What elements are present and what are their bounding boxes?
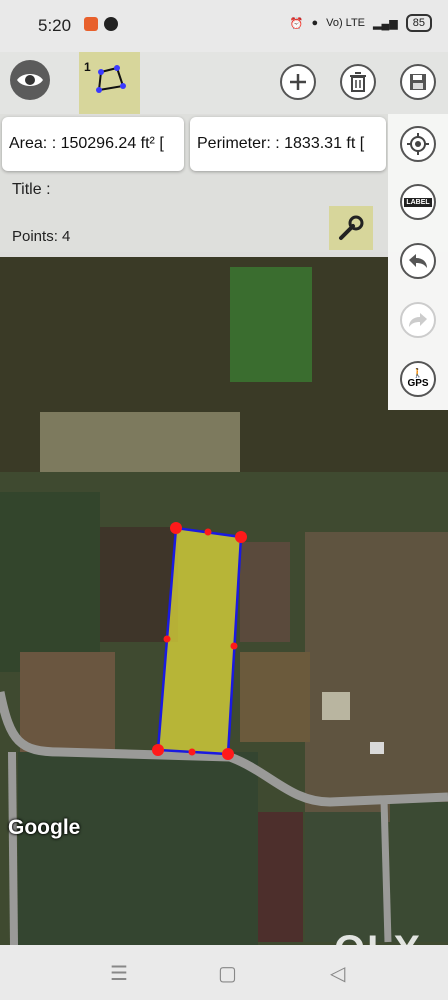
undo-button[interactable] <box>400 243 436 279</box>
floppy-disk-icon <box>410 74 426 90</box>
polygon-midpoint <box>163 635 171 643</box>
back-triangle-icon[interactable]: ◁ <box>330 961 345 986</box>
status-bar: 5:20 ⏰ ● Vo) LTE ▂▄▆ 85 <box>0 0 448 52</box>
locate-button[interactable] <box>400 126 436 162</box>
polygon-tool-index: 1 <box>84 60 91 74</box>
polygon-vertex <box>222 748 234 760</box>
polygon-midpoint <box>230 642 238 650</box>
top-toolbar <box>0 52 388 114</box>
plus-icon <box>290 74 306 90</box>
polygon-midpoint <box>204 528 212 536</box>
alarm-icon: ⏰ <box>289 17 304 30</box>
add-button[interactable] <box>280 64 316 100</box>
toggle-visibility-button[interactable] <box>10 60 50 100</box>
wrench-icon <box>339 215 364 240</box>
polygon-vertex <box>235 531 247 543</box>
eye-icon <box>17 74 43 86</box>
redo-button[interactable] <box>400 302 436 338</box>
signal-icon: ▂▄▆ <box>373 17 398 30</box>
location-pin-icon: ● <box>311 17 319 29</box>
battery-icon: 85 <box>405 14 432 32</box>
home-square-icon[interactable]: ▢ <box>218 961 237 986</box>
redo-icon <box>409 313 427 327</box>
label-button[interactable]: LABEL <box>400 184 436 220</box>
gps-button[interactable]: 🚶 GPS <box>400 361 436 397</box>
delete-button[interactable] <box>340 64 376 100</box>
save-button[interactable] <box>400 64 436 100</box>
google-logo: Google <box>8 816 81 839</box>
trash-icon <box>350 72 366 92</box>
polygon-midpoint <box>188 748 196 756</box>
settings-button[interactable] <box>329 206 373 250</box>
whatsapp-icon <box>104 17 118 31</box>
notification-app-icon <box>84 17 98 31</box>
walking-person-icon: 🚶 <box>412 368 424 378</box>
undo-icon <box>409 254 427 268</box>
network-label: Vo) LTE <box>326 17 366 29</box>
perimeter-box: Perimeter: : 1833.31 ft [ <box>190 117 386 171</box>
label-button-text: LABEL <box>404 197 432 207</box>
menu-icon[interactable]: ☰ <box>110 961 128 986</box>
polygon-vertex <box>170 522 182 534</box>
status-right-icons: ⏰ ● Vo) LTE ▂▄▆ 85 <box>290 14 432 32</box>
polygon-vertex <box>152 744 164 756</box>
system-nav-bar: ☰ ▢ ◁ <box>0 945 448 1000</box>
notification-icons <box>84 17 118 31</box>
status-time: 5:20 <box>38 16 72 35</box>
area-box: Area: : 150296.24 ft² [ <box>2 117 184 171</box>
crosshair-icon <box>407 133 429 155</box>
gps-label: GPS <box>407 378 429 389</box>
title-label[interactable]: Title : <box>12 181 51 199</box>
points-count: Points: 4 <box>12 228 71 245</box>
